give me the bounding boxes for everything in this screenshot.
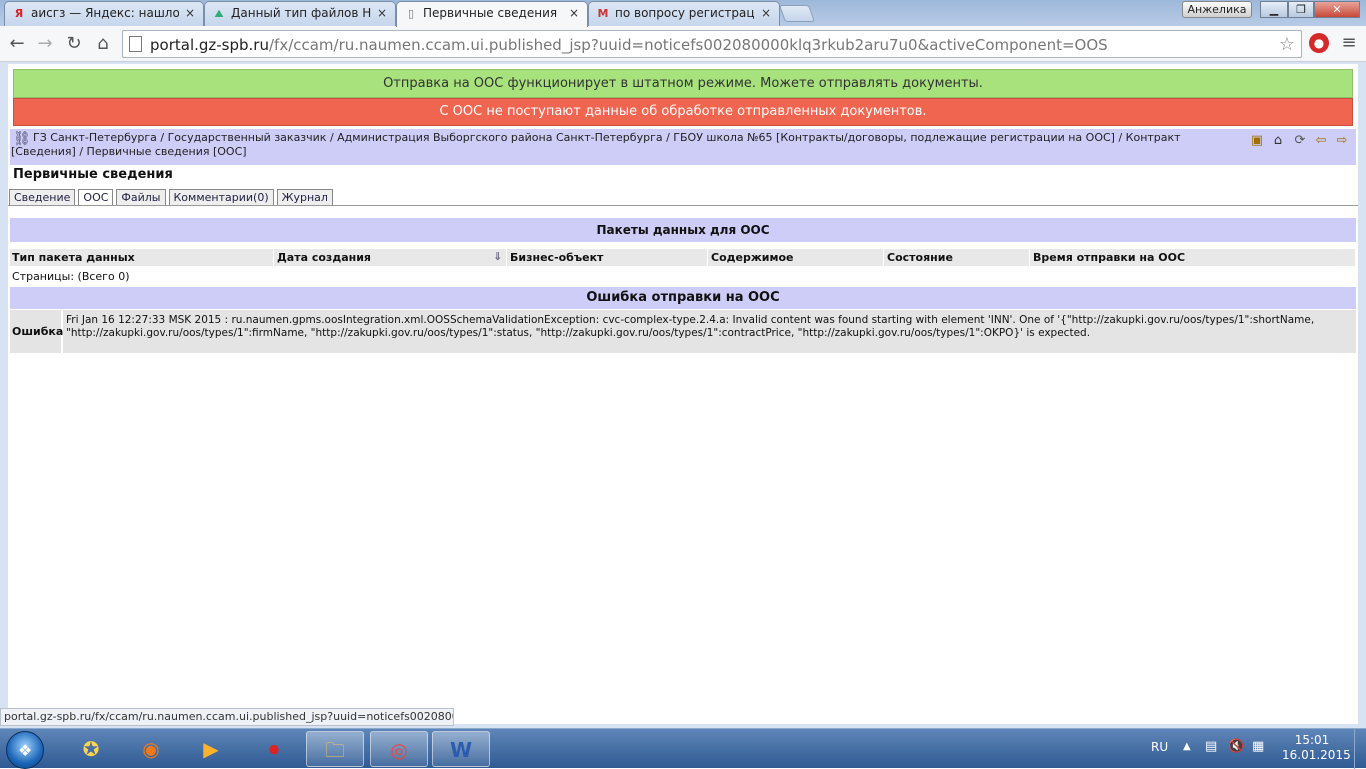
network-icon[interactable]: ▦: [1252, 739, 1264, 754]
section-header-packets: Пакеты данных для ООС: [10, 218, 1356, 242]
file-explorer-icon[interactable]: 🗀: [306, 731, 364, 767]
volume-icon[interactable]: 🔇: [1228, 739, 1244, 754]
column-header-content[interactable]: Содержимое: [709, 249, 884, 266]
browser-toolbar: ← → ↻ ⌂ portal.gz-spb.ru/fx/ccam/ru.naum…: [0, 26, 1366, 62]
tab-comments[interactable]: Комментарии(0): [168, 189, 274, 206]
media-player-icon[interactable]: ▶: [182, 731, 240, 767]
page-favicon-icon: ▯: [407, 7, 415, 20]
browser-window: Я аисгз — Яндекс: нашлось × ⛰ Данный тип…: [0, 0, 1366, 769]
column-header-send-time[interactable]: Время отправки на ООС: [1031, 249, 1356, 266]
pagination-total: (Всего 0): [77, 270, 130, 283]
url-path: /fx/ccam/ru.naumen.ccam.ui.published_jsp…: [268, 36, 1108, 54]
arrow-right-icon[interactable]: ⇨: [1333, 133, 1351, 149]
error-message: Fri Jan 16 12:27:33 MSK 2015 : ru.naumen…: [66, 314, 1315, 339]
start-button[interactable]: ❖: [6, 731, 44, 769]
section-header-error: Ошибка отправки на ООС: [10, 287, 1356, 309]
tab-title: аисгз — Яндекс: нашлось: [31, 6, 179, 20]
sort-down-icon[interactable]: ⇓: [493, 250, 502, 263]
tab-title: Данный тип файлов НЕ г: [231, 6, 371, 20]
minimize-button[interactable]: ▁: [1260, 1, 1288, 18]
url-host: portal.gz-spb.ru: [150, 36, 269, 54]
tab-title: Первичные сведения: [423, 6, 558, 20]
adblock-extension-icon[interactable]: ●: [1309, 33, 1329, 53]
error-label: Ошибка: [10, 310, 63, 353]
tab-strip: Я аисгз — Яндекс: нашлось × ⛰ Данный тип…: [0, 0, 1366, 27]
column-header-business-object[interactable]: Бизнес-объект: [508, 249, 708, 266]
clock-date: 16.01.2015: [1282, 748, 1351, 762]
arrow-left-icon[interactable]: ⇦: [1312, 133, 1330, 149]
close-tab-icon[interactable]: ×: [185, 6, 195, 20]
clock-time: 15:01: [1294, 733, 1330, 747]
breadcrumb: ⛓ ГЗ Санкт-Петербурга / Государственный …: [10, 129, 1356, 165]
tray-expand-icon[interactable]: ▲: [1183, 741, 1191, 752]
page-title: Первичные сведения: [13, 167, 173, 182]
windows-logo-icon: ❖: [18, 741, 33, 760]
image-favicon-icon: ⛰: [214, 7, 224, 20]
close-window-button[interactable]: ✕: [1314, 1, 1360, 18]
reload-icon[interactable]: ↻: [61, 31, 87, 57]
show-desktop-button[interactable]: [1354, 729, 1366, 769]
column-header-type[interactable]: Тип пакета данных: [10, 249, 274, 266]
error-row: Ошибка Fri Jan 16 12:27:33 MSK 2015 : ru…: [10, 310, 1356, 353]
back-arrow-icon[interactable]: ←: [4, 31, 30, 57]
word-icon[interactable]: W: [432, 731, 490, 767]
tab-journal[interactable]: Журнал: [276, 189, 333, 206]
browser-tab-file-types[interactable]: ⛰ Данный тип файлов НЕ г ×: [204, 1, 396, 26]
close-tab-icon[interactable]: ×: [377, 6, 387, 20]
page-icon: [129, 36, 142, 52]
address-text[interactable]: portal.gz-spb.ru/fx/ccam/ru.naumen.ccam.…: [150, 36, 1108, 54]
status-error-banner: С ООС не поступают данные об обработке о…: [13, 98, 1353, 126]
yandex-favicon-icon: Я: [14, 7, 24, 20]
clock[interactable]: 15:01 16.01.2015: [1282, 733, 1351, 763]
forward-arrow-icon[interactable]: →: [32, 31, 58, 57]
tray-device-icon[interactable]: ▤: [1205, 739, 1217, 754]
browser-tab-gmail[interactable]: M по вопросу регистрации ×: [588, 1, 780, 26]
home-icon[interactable]: ⌂: [90, 31, 116, 57]
status-bubble: portal.gz-spb.ru/fx/ccam/ru.naumen.ccam.…: [0, 708, 454, 726]
profile-badge[interactable]: Анжелика: [1182, 1, 1252, 18]
close-tab-icon[interactable]: ×: [569, 6, 579, 20]
home-icon[interactable]: ⌂: [1269, 133, 1287, 149]
column-header-date[interactable]: Дата создания: [275, 249, 507, 266]
tab-divider: [8, 205, 1358, 206]
new-tab-button[interactable]: [778, 5, 816, 22]
tab-title: по вопросу регистрации: [615, 6, 755, 20]
browser-tab-primary-info[interactable]: ▯ Первичные сведения ×: [396, 1, 588, 27]
address-bar[interactable]: portal.gz-spb.ru/fx/ccam/ru.naumen.ccam.…: [122, 30, 1302, 58]
breadcrumb-text[interactable]: ГЗ Санкт-Петербурга / Государственный за…: [11, 131, 1241, 159]
column-header-state[interactable]: Состояние: [885, 249, 1030, 266]
tab-files[interactable]: Файлы: [116, 189, 166, 206]
close-tab-icon[interactable]: ×: [761, 6, 771, 20]
maximize-button[interactable]: ❐: [1288, 1, 1314, 18]
chrome-icon[interactable]: ◎: [370, 731, 428, 767]
web-page: Отправка на ООС функционирует в штатном …: [8, 64, 1358, 724]
tab-oos[interactable]: ООС: [78, 189, 114, 206]
browser-tab-yandex[interactable]: Я аисгз — Яндекс: нашлось ×: [4, 1, 204, 26]
taskbar-app-icon[interactable]: ✪: [62, 731, 120, 767]
folder-icon[interactable]: ▣: [1248, 133, 1266, 149]
firefox-icon[interactable]: ◉: [122, 731, 180, 767]
pagination: Страницы: (Всего 0): [12, 270, 129, 283]
refresh-icon[interactable]: ⟳: [1291, 133, 1309, 149]
table-header: Тип пакета данных Дата создания ⇓ Бизнес…: [10, 249, 1356, 266]
status-ok-banner: Отправка на ООС функционирует в штатном …: [13, 69, 1353, 98]
windows-taskbar: ❖ ✪ ◉ ▶ ⏺ 🗀 ◎ W RU ▲ ▤ 🔇 ▦ 15:01 16.01.2…: [0, 728, 1366, 769]
menu-icon[interactable]: ≡: [1338, 32, 1360, 54]
pagination-label: Страницы:: [12, 270, 75, 283]
gmail-favicon-icon: M: [597, 7, 609, 20]
content-tabs: Сведение ООС Файлы Комментарии(0) Журнал: [9, 189, 333, 206]
bookmark-star-icon[interactable]: ☆: [1279, 34, 1295, 55]
tab-svedenie[interactable]: Сведение: [9, 189, 76, 206]
recorder-icon[interactable]: ⏺: [245, 731, 303, 767]
language-indicator[interactable]: RU: [1151, 740, 1168, 754]
